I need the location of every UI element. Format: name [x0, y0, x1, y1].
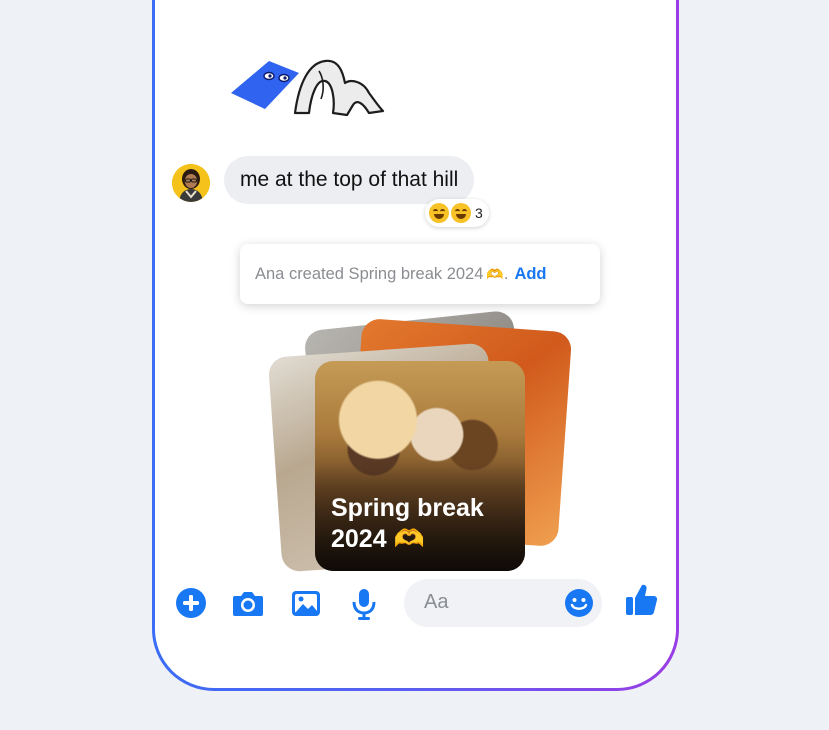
avatar[interactable] [172, 164, 210, 202]
reactions-pill[interactable]: 3 [425, 199, 489, 227]
plus-icon[interactable] [173, 585, 209, 621]
album-card[interactable]: Spring break 2024 🫶 [315, 361, 525, 571]
laughing-emoji-icon [451, 203, 471, 223]
album-created-notice: Ana created Spring break 2024 🫶. Add [240, 244, 600, 304]
avatar-photo [172, 164, 210, 202]
tears-of-joy-emoji-icon [429, 203, 449, 223]
camera-icon[interactable] [230, 585, 266, 621]
message-input-placeholder: Aa [424, 591, 449, 613]
notice-text: Ana created Spring break 2024 [255, 264, 484, 283]
reaction-count: 3 [475, 205, 483, 221]
emoji-icon[interactable] [564, 588, 594, 618]
message-bubble[interactable]: me at the top of that hill [224, 156, 475, 204]
composer-bar: Aa [155, 579, 676, 643]
thumbs-up-icon[interactable] [622, 581, 660, 619]
heart-hands-icon: 🫶 [486, 265, 504, 282]
gallery-icon[interactable] [288, 585, 324, 621]
album-title: Spring break 2024 🫶 [331, 494, 484, 553]
message-input[interactable]: Aa [404, 579, 602, 627]
sticker-image[interactable] [229, 43, 389, 117]
phone-frame: me at the top of that hill 3 Ana created… [152, 0, 679, 691]
screen: me at the top of that hill 3 Ana created… [0, 0, 829, 730]
message-text: me at the top of that hill [240, 168, 459, 191]
add-link[interactable]: Add [514, 265, 546, 284]
chat-view: me at the top of that hill 3 Ana created… [155, 0, 676, 688]
microphone-icon[interactable] [346, 585, 382, 621]
